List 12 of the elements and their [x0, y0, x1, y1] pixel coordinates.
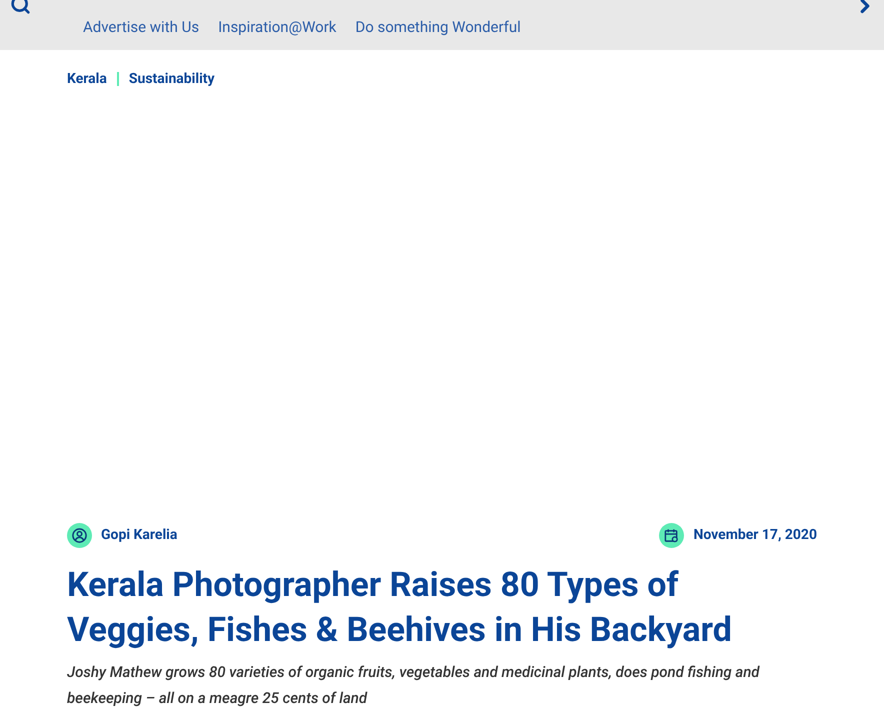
article-subtitle: Joshy Mathew grows 80 varieties of organic fruits, vegetables and medicinal plants, does pond fishing and beekeeping – all on a meagre 25 cents of land — [67, 662, 761, 709]
calendar-icon — [659, 523, 684, 548]
author-name[interactable]: Gopi Karelia — [101, 525, 178, 546]
nav-link[interactable]: Do something Wonderful — [355, 17, 521, 37]
author-icon — [67, 523, 92, 548]
breadcrumb-link[interactable]: Kerala — [67, 68, 107, 90]
nav-link[interactable]: Advertise with Us — [83, 17, 200, 37]
nav-link[interactable]: Inspiration@Work — [218, 17, 336, 37]
breadcrumb-link[interactable]: Sustainability — [128, 68, 215, 90]
publish-date: November 17, 2020 — [693, 526, 817, 545]
article-title: Kerala Photographer Raises 80 Types of Veggies, Fishes & Beehives in His Backyard — [67, 564, 733, 652]
search-icon[interactable] — [10, 0, 31, 15]
